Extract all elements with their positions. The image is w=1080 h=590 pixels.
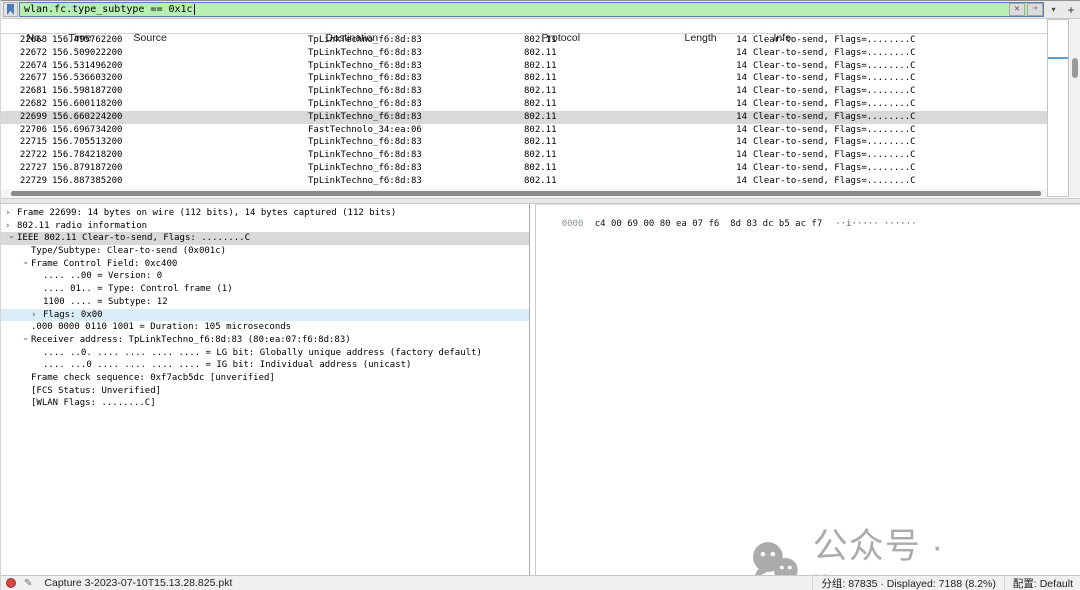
packet-row[interactable]: 22706156.696734200FastTechnolo_34:ea:068… [1,124,1047,137]
text-cursor [194,4,195,15]
expander-icon[interactable]: › [31,309,43,322]
horizontal-scroll-thumb[interactable] [11,191,1041,196]
detail-row[interactable]: ›Receiver address: TpLinkTechno_f6:8d:83… [1,334,529,347]
packet-list-vertical-scrollbar[interactable] [1069,19,1080,197]
filter-dropdown-button[interactable]: ▾ [1047,2,1060,17]
vertical-scroll-thumb[interactable] [1072,58,1078,78]
detail-row[interactable]: 1100 .... = Subtype: 12 [1,296,529,309]
detail-row[interactable]: .... ...0 .... .... .... .... = IG bit: … [1,359,529,372]
detail-row[interactable]: Frame check sequence: 0xf7acb5dc [unveri… [1,372,529,385]
packet-row[interactable]: 22672156.509022200TpLinkTechno_f6:8d:838… [1,47,1047,60]
selected-packet-marker [1048,57,1068,59]
expander-icon[interactable]: › [18,336,31,348]
display-filter-toolbar: wlan.fc.type_subtype == 0x1c ✕ ➜ ▾ + [1,0,1080,19]
detail-row[interactable]: .000 0000 0110 1001 = Duration: 105 micr… [1,321,529,334]
detail-row[interactable]: ›Frame Control Field: 0xc400 [1,258,529,271]
filter-apply-button[interactable]: ➜ [1027,3,1043,16]
hex-offset: 0000 [562,219,588,229]
detail-row[interactable]: ›IEEE 802.11 Clear-to-send, Flags: .....… [1,232,529,245]
packet-count-status: 分组: 87835 · Displayed: 7188 (8.2%) [812,576,1004,590]
bookmark-icon [7,4,14,15]
expander-icon[interactable]: › [5,207,17,220]
detail-row[interactable]: .... 01.. = Type: Control frame (1) [1,283,529,296]
filter-add-button[interactable]: + [1063,2,1079,17]
detail-row[interactable]: ›Frame 22699: 14 bytes on wire (112 bits… [1,207,529,220]
packet-row[interactable]: 22668156.495762200TpLinkTechno_f6:8d:838… [1,34,1047,47]
packet-row[interactable]: 22729156.887385200TpLinkTechno_f6:8d:838… [1,175,1047,188]
packet-row[interactable]: 22715156.705513200TpLinkTechno_f6:8d:838… [1,136,1047,149]
packet-details-pane: ›Frame 22699: 14 bytes on wire (112 bits… [1,204,530,575]
filter-bookmark-button[interactable] [3,2,18,17]
packet-row[interactable]: 22699156.660224200TpLinkTechno_f6:8d:838… [1,111,1047,124]
packet-bytes-pane[interactable]: 0000 c4 00 69 00 80 ea 07 f6 8d 83 dc b5 … [535,204,1080,575]
packet-row[interactable]: 22682156.600118200TpLinkTechno_f6:8d:838… [1,98,1047,111]
hex-ascii[interactable]: ··i····· ······ [835,219,916,229]
expander-icon[interactable]: › [18,260,31,272]
packet-row[interactable]: 22674156.531496200TpLinkTechno_f6:8d:838… [1,60,1047,73]
packet-list-pane: No.TimeSourceDestinationProtocolLengthIn… [1,19,1080,198]
detail-row[interactable]: [FCS Status: Unverified] [1,385,529,398]
intelligent-scrollbar-minimap[interactable] [1047,19,1069,197]
expert-info-icon[interactable] [6,578,16,588]
display-filter-input[interactable]: wlan.fc.type_subtype == 0x1c ✕ ➜ [19,2,1044,17]
packet-row[interactable]: 22677156.536603200TpLinkTechno_f6:8d:838… [1,72,1047,85]
packet-row[interactable]: 22722156.784218200TpLinkTechno_f6:8d:838… [1,149,1047,162]
expander-icon[interactable]: › [5,220,17,233]
capture-file-name: Capture 3-2023-07-10T15.13.28.825.pkt [44,577,232,589]
packet-row[interactable]: 22681156.598187200TpLinkTechno_f6:8d:838… [1,85,1047,98]
detail-row[interactable]: .... ..0. .... .... .... .... = LG bit: … [1,347,529,360]
profile-status[interactable]: 配置: Default [1004,576,1080,590]
detail-row[interactable]: ›802.11 radio information [1,220,529,233]
packet-list-header: No.TimeSourceDestinationProtocolLengthIn… [1,19,1080,34]
detail-row[interactable]: Type/Subtype: Clear-to-send (0x001c) [1,245,529,258]
display-filter-text: wlan.fc.type_subtype == 0x1c [24,4,193,15]
hex-bytes[interactable]: c4 00 69 00 80 ea 07 f6 8d 83 dc b5 ac f… [595,219,823,229]
filter-clear-button[interactable]: ✕ [1009,3,1025,16]
status-bar: ✎ Capture 3-2023-07-10T15.13.28.825.pkt … [1,575,1080,590]
packet-list-horizontal-scrollbar[interactable] [1,189,1047,198]
packet-row[interactable]: 22727156.879187200TpLinkTechno_f6:8d:838… [1,162,1047,175]
packet-rows: 22668156.495762200TpLinkTechno_f6:8d:838… [1,34,1047,188]
detail-row[interactable]: [WLAN Flags: ........C] [1,397,529,410]
wireshark-window: wlan.fc.type_subtype == 0x1c ✕ ➜ ▾ + No.… [0,0,1080,590]
detail-row[interactable]: ›Flags: 0x00 [1,309,529,322]
detail-row[interactable]: .... ..00 = Version: 0 [1,270,529,283]
capture-comment-icon[interactable]: ✎ [24,578,32,589]
expander-icon[interactable]: › [4,235,17,247]
